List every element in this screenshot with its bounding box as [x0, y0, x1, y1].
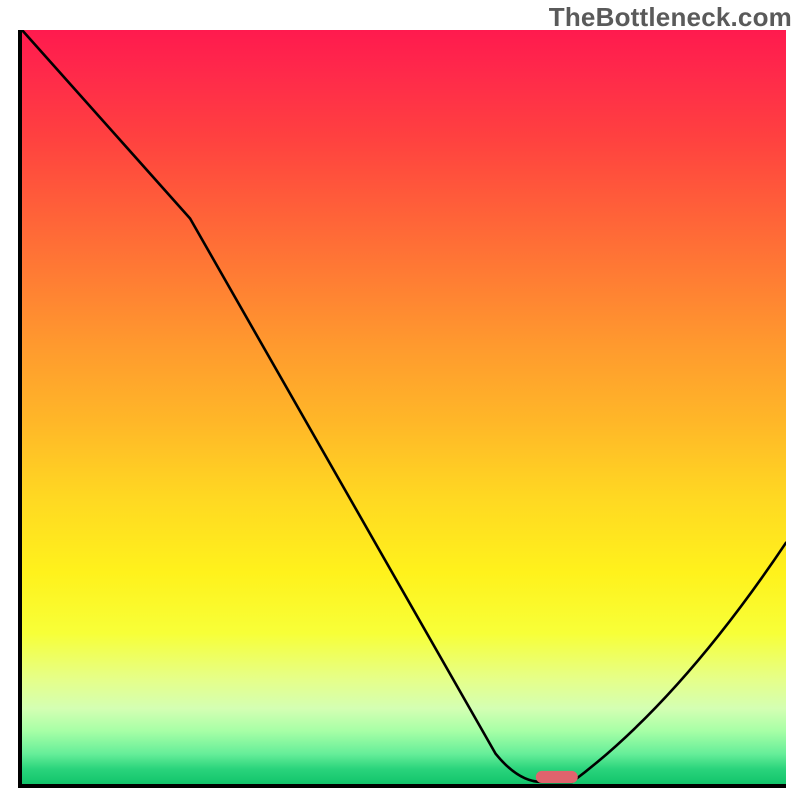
watermark-text: TheBottleneck.com	[549, 2, 792, 33]
chart-container: TheBottleneck.com	[0, 0, 800, 800]
bottleneck-curve-path	[22, 30, 786, 782]
plot-area	[18, 30, 786, 788]
optimal-marker	[536, 771, 578, 783]
bottleneck-curve-svg	[22, 30, 786, 784]
